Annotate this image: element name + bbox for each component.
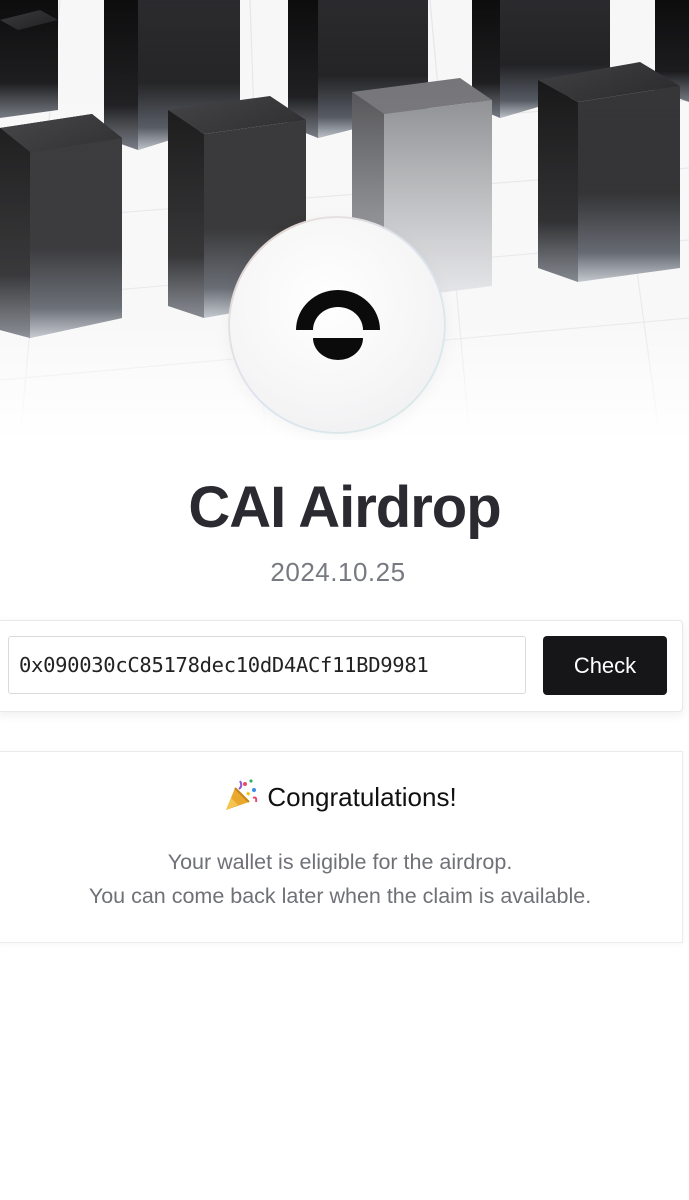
- result-heading: Congratulations!: [0, 778, 682, 813]
- hero-banner: [0, 0, 689, 440]
- party-popper-icon: [226, 779, 258, 810]
- result-claim-note-text: You can come back later when the claim i…: [88, 884, 592, 908]
- wallet-address-input[interactable]: [8, 636, 526, 694]
- logo-badge: [230, 218, 444, 432]
- airdrop-date: 2024.10.25: [270, 557, 406, 587]
- cai-logo-icon: [296, 290, 380, 360]
- result-eligible-text: Your wallet is eligible for the airdrop.: [167, 850, 513, 874]
- result-heading-text: Congratulations!: [267, 782, 457, 812]
- check-button[interactable]: Check: [543, 636, 667, 695]
- eligibility-result-card: Congratulations! Your wallet is eligible…: [0, 751, 683, 943]
- wallet-check-panel: Check: [0, 620, 683, 712]
- page-title: CAI Airdrop: [188, 475, 501, 540]
